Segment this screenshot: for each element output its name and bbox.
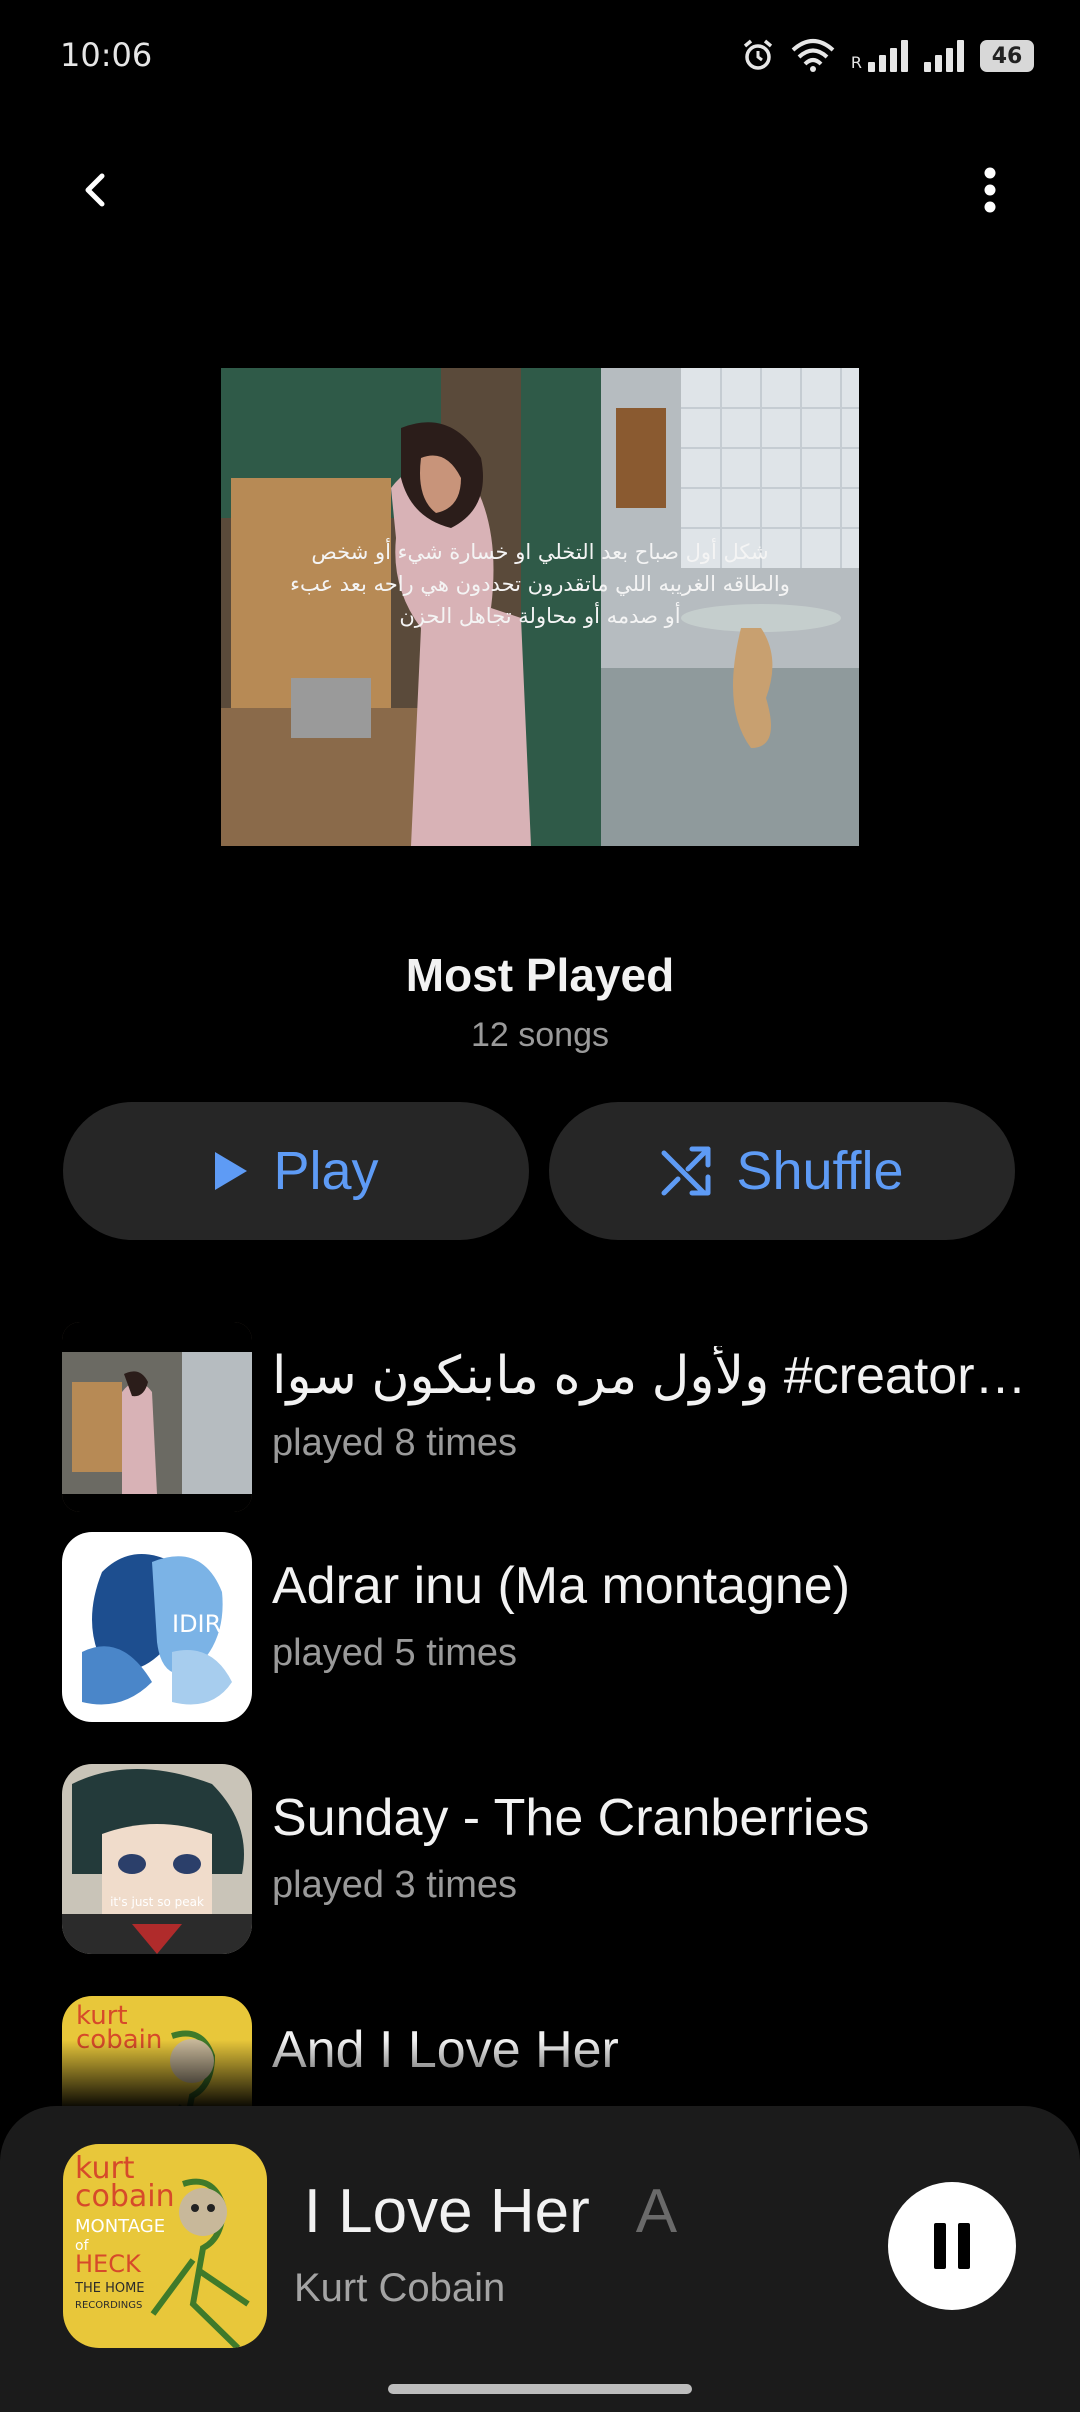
anime-art: it's just so peak: [62, 1764, 252, 1954]
montage-text: cobain: [75, 2179, 175, 2214]
cover-caption: شكل أول صباح بعد التخلي او خسارة شيء أو …: [290, 540, 790, 628]
pause-icon: [934, 2223, 970, 2269]
montage-text: THE HOME: [74, 2281, 145, 2296]
song-row[interactable]: it's just so peak Sunday - The Cranberri…: [62, 1764, 1022, 1954]
song-play-count: played 8 times: [272, 1422, 518, 1464]
alarm-icon: [743, 39, 772, 70]
song-play-count: played 3 times: [272, 1864, 518, 1906]
signal-icon: [868, 38, 908, 72]
montage-art: kurt cobain MONTAGE of HECK THE HOME REC…: [63, 2144, 267, 2348]
status-icons: R 46: [741, 38, 1034, 72]
chevron-left-icon: [85, 173, 105, 207]
shuffle-button[interactable]: Shuffle: [549, 1102, 1015, 1240]
now-playing-artist: Kurt Cobain: [294, 2266, 506, 2310]
song-artwork: [62, 1322, 252, 1512]
battery-level: 46: [991, 43, 1023, 69]
song-row[interactable]: IDIR Adrar inu (Ma montagne) played 5 ti…: [62, 1532, 1022, 1722]
signal-icon: [924, 38, 964, 72]
playlist-count: 12 songs: [471, 1016, 609, 1054]
play-button[interactable]: Play: [63, 1102, 529, 1240]
status-time: 10:06: [60, 36, 153, 74]
idir-album-art: IDIR: [62, 1532, 252, 1722]
playlist-title: Most Played: [405, 949, 675, 1001]
now-playing-title-ghost: A: [635, 2177, 678, 2246]
song-artwork: it's just so peak: [62, 1764, 252, 1954]
back-button[interactable]: [70, 160, 120, 220]
roaming-mark: R: [850, 53, 862, 72]
playlist-cover: شكل أول صباح بعد التخلي او خسارة شيء أو …: [221, 368, 859, 846]
more-vert-icon: [984, 167, 996, 213]
pause-button[interactable]: [888, 2182, 1016, 2310]
wifi-icon: [791, 39, 835, 72]
more-options-button[interactable]: [970, 160, 1010, 220]
song-title: Adrar inu (Ma montagne): [272, 1557, 851, 1615]
montage-text: HECK: [75, 2250, 142, 2278]
song-title: ولأول مره مابنكون سوا #creators...: [272, 1347, 1032, 1405]
now-playing-title-text: d I Love Her: [292, 2177, 590, 2246]
status-bar: 10:06 R 46: [0, 0, 1080, 110]
song-artwork: IDIR: [62, 1532, 252, 1722]
anime-caption: it's just so peak: [110, 1895, 204, 1909]
battery-icon: 46: [980, 40, 1034, 72]
play-label: Play: [273, 1141, 379, 1201]
idir-text: IDIR: [172, 1610, 221, 1638]
song-play-count: played 5 times: [272, 1632, 518, 1674]
song-row[interactable]: ولأول مره مابنكون سوا #creators... playe…: [62, 1322, 1032, 1512]
kitchen-thumbnail: [62, 1322, 252, 1512]
play-icon: [215, 1152, 248, 1190]
now-playing-title-marquee: d I Love Her A: [292, 2176, 752, 2256]
montage-text: MONTAGE: [75, 2216, 165, 2237]
shuffle-icon: [661, 1146, 711, 1196]
shuffle-label: Shuffle: [736, 1141, 904, 1201]
home-indicator[interactable]: [388, 2384, 692, 2394]
now-playing-artwork[interactable]: kurt cobain MONTAGE of HECK THE HOME REC…: [63, 2144, 267, 2348]
montage-text: RECORDINGS: [75, 2300, 142, 2311]
now-playing-title: d I Love Her A: [292, 2176, 677, 2247]
song-title: Sunday - The Cranberries: [272, 1789, 870, 1847]
list-fade: [0, 2040, 1080, 2110]
